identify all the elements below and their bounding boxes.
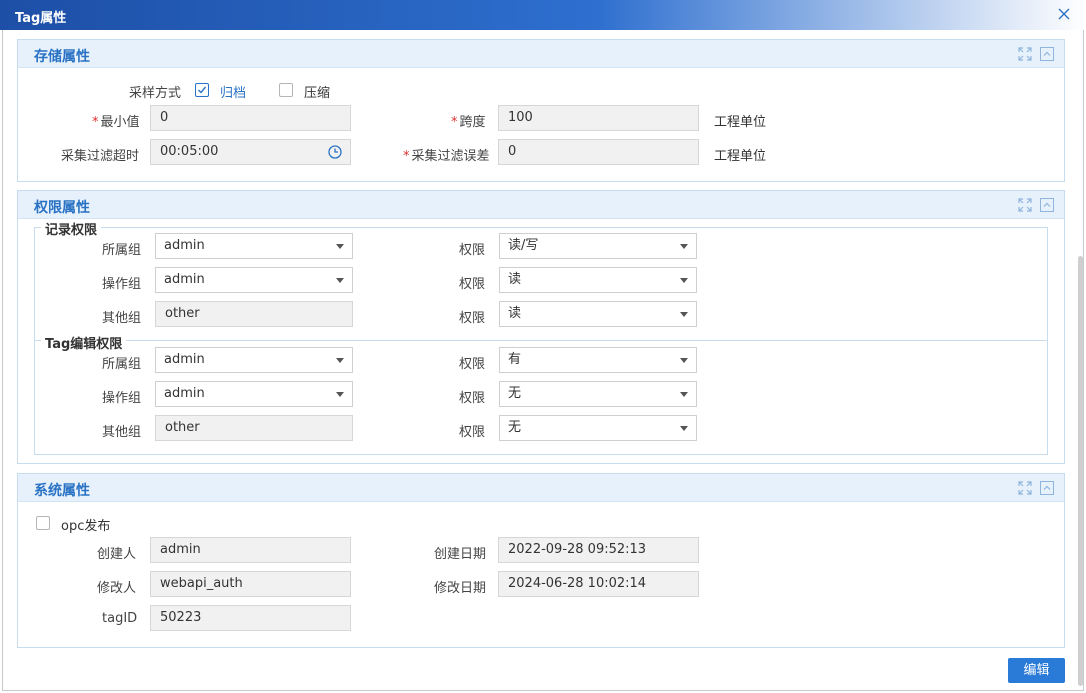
dropdown-arrow-icon — [336, 278, 344, 283]
record-operator-group-select[interactable]: admin — [155, 267, 353, 293]
edit-operator-group-label: 操作组 — [102, 391, 142, 406]
opc-publish-label[interactable]: opc发布 — [61, 515, 110, 534]
edit-other-group-label: 其他组 — [102, 425, 142, 440]
record-owner-group-select[interactable]: admin — [155, 233, 353, 259]
edit-owner-perm-label: 权限 — [459, 357, 486, 372]
edit-operator-group-select[interactable]: admin — [155, 381, 353, 407]
dialog-title: Tag属性 — [15, 11, 67, 26]
dialog-title-bar: Tag属性 — [0, 0, 1086, 30]
tagid-label: tagID — [102, 611, 138, 626]
edit-operator-group-value: admin — [164, 386, 205, 401]
edit-other-group-input: other — [155, 415, 353, 441]
edit-button[interactable]: 编辑 — [1008, 658, 1065, 683]
deviation-label: * 采集过滤误差 — [403, 149, 490, 164]
modified-date-input: 2024-06-28 10:02:14 — [498, 571, 699, 597]
record-operator-perm-value: 读 — [508, 272, 522, 287]
record-permission-legend: 记录权限 — [41, 219, 102, 238]
edit-owner-group-label: 所属组 — [102, 357, 142, 372]
edit-owner-group-value: admin — [164, 352, 205, 367]
span-label: * 跨度 — [451, 115, 486, 130]
permission-panel-header: 权限属性 — [18, 191, 1064, 219]
clock-icon[interactable] — [328, 145, 342, 159]
dropdown-arrow-icon — [680, 392, 688, 397]
edit-owner-group-select[interactable]: admin — [155, 347, 353, 373]
storage-panel-header: 存储属性 — [18, 40, 1064, 68]
record-operator-perm-select[interactable]: 读 — [499, 267, 697, 293]
edit-operator-perm-value: 无 — [508, 386, 522, 401]
record-other-perm-label: 权限 — [459, 311, 486, 326]
compress-checkbox[interactable] — [279, 83, 293, 97]
dropdown-arrow-icon — [336, 244, 344, 249]
record-owner-group-value: admin — [164, 238, 205, 253]
deviation-input[interactable]: 0 — [498, 139, 699, 165]
span-input[interactable]: 100 — [498, 105, 699, 131]
dropdown-arrow-icon — [680, 312, 688, 317]
dropdown-arrow-icon — [680, 278, 688, 283]
timeout-label: 采集过滤超时 — [61, 149, 140, 164]
storage-panel-title: 存储属性 — [34, 49, 90, 65]
span-unit: 工程单位 — [714, 115, 767, 130]
created-date-input: 2022-09-28 09:52:13 — [498, 537, 699, 563]
dropdown-arrow-icon — [680, 426, 688, 431]
dropdown-arrow-icon — [336, 392, 344, 397]
record-owner-perm-select[interactable]: 读/写 — [499, 233, 697, 259]
close-icon[interactable] — [1056, 6, 1072, 22]
deviation-unit: 工程单位 — [714, 149, 767, 164]
dropdown-arrow-icon — [336, 358, 344, 363]
timeout-value: 00:05:00 — [160, 144, 219, 159]
creator-label: 创建人 — [97, 547, 137, 562]
record-other-perm-select[interactable]: 读 — [499, 301, 697, 327]
modified-date-label: 修改日期 — [434, 581, 487, 596]
sample-mode-label: 采样方式 — [129, 86, 182, 101]
expand-icon[interactable] — [1018, 198, 1032, 212]
record-owner-perm-label: 权限 — [459, 243, 486, 258]
edit-other-perm-label: 权限 — [459, 425, 486, 440]
edit-owner-perm-select[interactable]: 有 — [499, 347, 697, 373]
collapse-icon[interactable] — [1040, 481, 1054, 495]
checkbox-checked-icon — [198, 86, 207, 94]
dropdown-arrow-icon — [680, 358, 688, 363]
expand-icon[interactable] — [1018, 481, 1032, 495]
edit-operator-perm-select[interactable]: 无 — [499, 381, 697, 407]
min-value-label: * 最小值 — [92, 115, 140, 130]
compress-label[interactable]: 压缩 — [304, 82, 330, 101]
record-other-perm-value: 读 — [508, 306, 522, 321]
scrollbar[interactable] — [1078, 256, 1083, 686]
record-other-group-input: other — [155, 301, 353, 327]
created-date-label: 创建日期 — [434, 547, 487, 562]
tagid-input: 50223 — [150, 605, 351, 631]
permission-panel-title: 权限属性 — [34, 200, 90, 216]
creator-input: admin — [150, 537, 351, 563]
archive-label[interactable]: 归档 — [220, 82, 246, 101]
modifier-input: webapi_auth — [150, 571, 351, 597]
modifier-label: 修改人 — [97, 581, 137, 596]
timeout-input[interactable]: 00:05:00 — [150, 139, 351, 165]
opc-publish-checkbox[interactable] — [36, 516, 50, 530]
record-operator-perm-label: 权限 — [459, 277, 486, 292]
min-value-input[interactable]: 0 — [150, 105, 351, 131]
edit-other-perm-select[interactable]: 无 — [499, 415, 697, 441]
record-other-group-label: 其他组 — [102, 311, 142, 326]
record-owner-group-label: 所属组 — [102, 243, 142, 258]
edit-owner-perm-value: 有 — [508, 352, 522, 367]
expand-icon[interactable] — [1018, 47, 1032, 61]
edit-other-perm-value: 无 — [508, 420, 522, 435]
dropdown-arrow-icon — [680, 244, 688, 249]
record-operator-group-value: admin — [164, 272, 205, 287]
edit-operator-perm-label: 权限 — [459, 391, 486, 406]
archive-checkbox[interactable] — [195, 83, 209, 97]
edit-permission-legend: Tag编辑权限 — [41, 333, 127, 352]
system-panel-header: 系统属性 — [18, 474, 1064, 502]
record-owner-perm-value: 读/写 — [508, 238, 539, 253]
record-operator-group-label: 操作组 — [102, 277, 142, 292]
system-panel-title: 系统属性 — [34, 483, 90, 499]
collapse-icon[interactable] — [1040, 47, 1054, 61]
collapse-icon[interactable] — [1040, 198, 1054, 212]
